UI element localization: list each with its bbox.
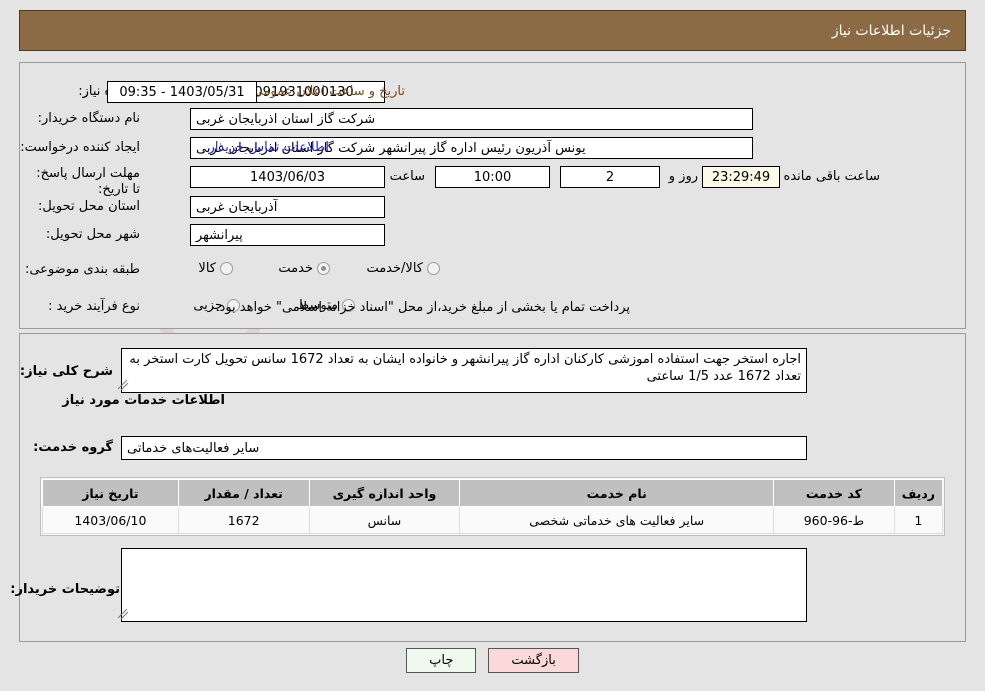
table-cell-row-index: 1 [893, 506, 944, 534]
back-button[interactable]: بازگشت [488, 648, 579, 673]
service-group-label: گروه خدمت: [33, 440, 113, 455]
category-radio-khedmat[interactable]: خدمت [278, 261, 330, 276]
remaining-days-value: 2 [560, 166, 660, 188]
city-label: شهر محل تحویل: [45, 227, 140, 242]
payment-note: پرداخت تمام یا بخشی از مبلغ خرید،از محل … [215, 300, 630, 315]
resize-handle-icon[interactable] [118, 380, 129, 391]
table-cell-service-code: ط-96-960 [773, 506, 895, 534]
table-cell-need-date: 1403/06/10 [42, 506, 179, 534]
deadline-label: مهلت ارسال پاسخ: تا تاریخ: [36, 166, 140, 197]
services-section-title: اطلاعات خدمات مورد نیاز [62, 393, 225, 408]
table-column-header: تعداد / مقدار [177, 479, 310, 507]
resize-handle-icon[interactable] [118, 609, 129, 620]
description-textarea[interactable]: اجاره استخر جهت استفاده اموزشی کارکنان ا… [121, 348, 807, 393]
province-value: آذربایجان غربی [190, 196, 385, 218]
remaining-suffix-label: ساعت باقی مانده [783, 169, 880, 184]
process-label: نوع فرآیند خرید : [48, 299, 140, 314]
buyer-contact-link[interactable]: اطلاعات تماس خریدار [209, 140, 329, 155]
table-cell-unit: سانس [308, 506, 461, 534]
radio-indicator [220, 262, 233, 275]
category-option-label: خدمت [278, 261, 313, 276]
deadline-date-value: 1403/06/03 [190, 166, 385, 188]
buyer-notes-label: توضیحات خریدار: [10, 582, 120, 597]
table-header-row: ردیف کد خدمت نام خدمت واحد اندازه گیری ت… [42, 479, 944, 507]
province-label: استان محل تحویل: [38, 199, 140, 214]
table-column-header: واحد اندازه گیری [308, 479, 461, 507]
radio-indicator [317, 262, 330, 275]
buyer-notes-textarea[interactable] [121, 548, 807, 622]
action-button-row: بازگشت چاپ [0, 648, 985, 673]
radio-indicator [427, 262, 440, 275]
category-label: طبقه بندی موضوعی: [24, 262, 140, 277]
service-group-value: سایر فعالیت‌های خدماتی [121, 436, 807, 460]
table-cell-service-name: سایر فعالیت های خدماتی شخصی [459, 506, 775, 534]
page-root: جزئیات اطلاعات نیاز AriaTender.net شماره… [0, 0, 985, 691]
creator-label: ایجاد کننده درخواست: [20, 140, 140, 155]
deadline-hour-value: 10:00 [435, 166, 550, 188]
days-and-label: روز و [668, 169, 698, 184]
deadline-hour-label: ساعت [389, 169, 425, 184]
remaining-time-value: 23:29:49 [702, 166, 780, 188]
category-radio-kala[interactable]: کالا [198, 261, 233, 276]
category-option-label: کالا/خدمت [366, 261, 423, 276]
page-title: جزئیات اطلاعات نیاز [831, 22, 951, 39]
services-table: ردیف کد خدمت نام خدمت واحد اندازه گیری ت… [42, 479, 944, 534]
category-radio-kala-khedmat[interactable]: کالا/خدمت [366, 261, 440, 276]
buyer-org-value: شرکت گاز استان اذربایجان غربی [190, 108, 753, 130]
table-column-header: نام خدمت [459, 479, 775, 507]
description-label: شرح کلی نیاز: [19, 364, 113, 379]
buyer-org-label: نام دستگاه خریدار: [37, 111, 140, 126]
table-cell-quantity: 1672 [177, 506, 310, 534]
page-header: جزئیات اطلاعات نیاز [19, 10, 966, 51]
print-button[interactable]: چاپ [406, 648, 477, 673]
table-column-header: تاریخ نیاز [42, 479, 179, 507]
announce-datetime-value: 1403/05/31 - 09:35 [107, 81, 257, 103]
table-row: 1 ط-96-960 سایر فعالیت های خدماتی شخصی س… [42, 506, 944, 534]
category-option-label: کالا [198, 261, 216, 276]
services-table-wrapper: ردیف کد خدمت نام خدمت واحد اندازه گیری ت… [40, 477, 945, 536]
city-value: پیرانشهر [190, 224, 385, 246]
announce-datetime-label: تاریخ و ساعت اعلان عمومی: [248, 84, 405, 99]
table-column-header: ردیف [893, 479, 944, 507]
table-column-header: کد خدمت [773, 479, 895, 507]
